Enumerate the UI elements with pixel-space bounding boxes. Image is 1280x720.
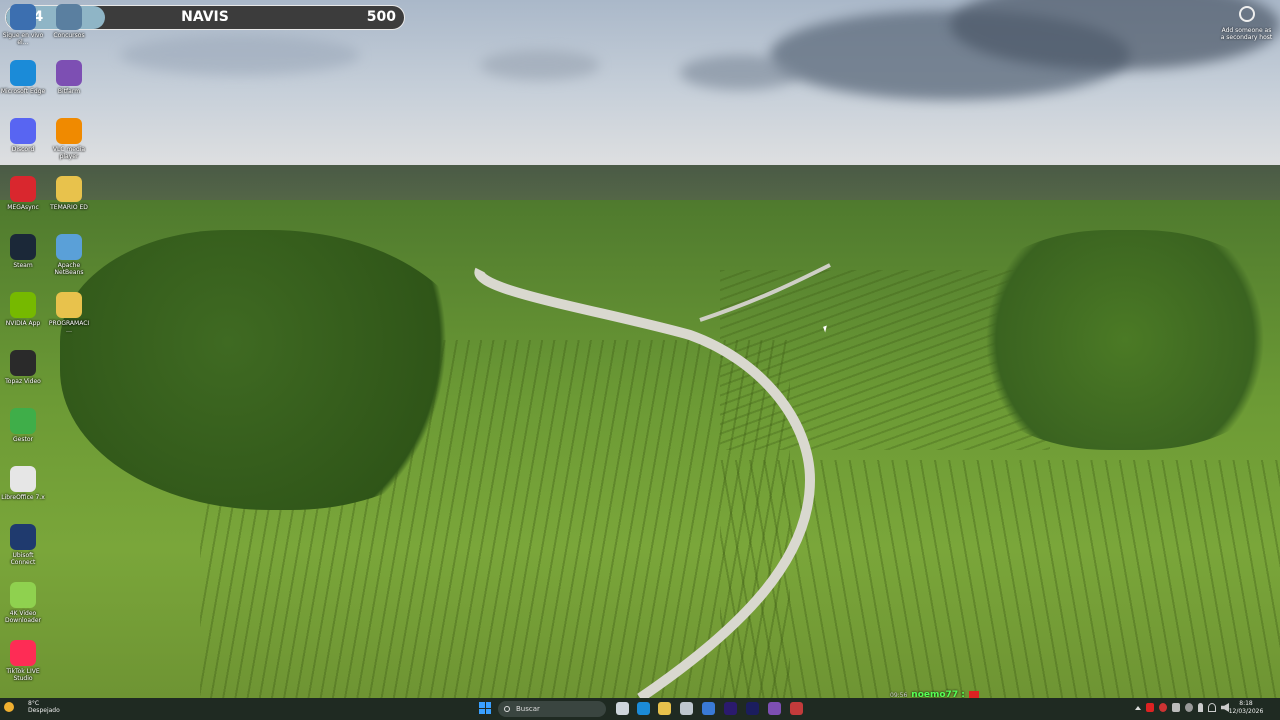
desktop-icon[interactable]: TikTok LIVE Studio	[0, 640, 46, 682]
weather-description: Despejado	[28, 707, 60, 714]
desktop-icon[interactable]: Concursos	[46, 4, 92, 39]
desktop-icon-label: NVIDIA App	[5, 320, 41, 327]
navis-goal-value: 500	[366, 9, 396, 25]
sun-icon	[4, 702, 14, 712]
taskbar-app-app-purple-icon[interactable]	[768, 702, 781, 715]
edge-icon	[10, 60, 36, 86]
wifi-icon[interactable]	[1208, 703, 1216, 712]
topaz-icon	[10, 350, 36, 376]
desktop-icon[interactable]: Microsoft Edge	[0, 60, 46, 95]
top-right-shortcut[interactable]: Add someone as a secondary host	[1219, 6, 1274, 41]
taskbar-clock[interactable]: 8:18 12/03/2026	[1228, 700, 1264, 716]
search-placeholder: Buscar	[516, 705, 540, 713]
tiktok-icon	[10, 640, 36, 666]
taskbar-app-app-record-icon[interactable]	[790, 702, 803, 715]
green-app-icon	[10, 408, 36, 434]
aperture-icon	[1238, 6, 1255, 22]
desktop-icon-label: Ubisoft Connect	[10, 552, 36, 566]
desktop-icon[interactable]: MEGAsync	[0, 176, 46, 211]
tray-app-icon[interactable]	[1185, 703, 1193, 712]
taskbar-app-store-icon[interactable]	[680, 702, 693, 715]
folder-icon	[56, 176, 82, 202]
taskbar: 8°C Despejado Buscar 8:18 12/03/2026	[0, 698, 1280, 720]
desktop-icon[interactable]: PROGRAMACI…	[46, 292, 92, 334]
desktop-icon-label: Gestor	[13, 436, 33, 443]
app-icon	[10, 4, 36, 30]
desktop-icon-label: Steam	[13, 262, 33, 269]
chevron-up-icon[interactable]	[1135, 706, 1141, 710]
desktop-icon[interactable]: LibreOffice 7.x	[0, 466, 46, 501]
desktop-icon-label: Sigue en vivo el…	[2, 32, 44, 46]
desktop-icon-label: 4K Video Downloader	[5, 610, 41, 624]
search-icon	[504, 706, 510, 712]
wallpaper-road	[474, 263, 831, 698]
microphone-icon[interactable]	[1198, 703, 1203, 712]
nvidia-icon	[10, 292, 36, 318]
chat-badge-icon	[968, 691, 979, 698]
clock-date: 12/03/2026	[1228, 708, 1264, 715]
mega-icon	[10, 176, 36, 202]
desktop-icon[interactable]: Bitfarm	[46, 60, 92, 95]
bitfarm-icon	[56, 60, 82, 86]
taskbar-app-edge-icon[interactable]	[637, 702, 650, 715]
desktop-icon-label: MEGAsync	[7, 204, 39, 211]
desktop-icon[interactable]: Sigue en vivo el…	[0, 4, 46, 46]
desktop-icon-label: TikTok LIVE Studio	[6, 668, 40, 682]
tray-app-icon[interactable]	[1159, 703, 1167, 712]
ubisoft-icon	[10, 524, 36, 550]
desktop-icon[interactable]: Ubisoft Connect	[0, 524, 46, 566]
desktop-icon-label: TEMARIO ED	[50, 204, 88, 211]
start-button[interactable]	[479, 702, 491, 714]
clock-time: 8:18	[1239, 700, 1253, 707]
taskbar-app-after-effects-icon[interactable]	[724, 702, 737, 715]
desktop-icon[interactable]: 4K Video Downloader	[0, 582, 46, 624]
weather-temperature: 8°C	[28, 700, 40, 707]
taskbar-search[interactable]: Buscar	[498, 701, 606, 717]
file-icon	[10, 466, 36, 492]
desktop-icon-label: VLC media player	[52, 146, 86, 160]
desktop-icon-label: Discord	[11, 146, 35, 153]
desktop-icon-label: Apache NetBeans	[54, 262, 84, 276]
app-icon	[56, 4, 82, 30]
desktop-icon-label: Topaz Video	[5, 378, 41, 385]
desktop-icon-label: Concursos	[53, 32, 85, 39]
desktop-icon[interactable]: Steam	[0, 234, 46, 269]
tray-app-icon[interactable]	[1172, 703, 1180, 712]
desktop-icon[interactable]: NVIDIA App	[0, 292, 46, 327]
desktop-icon[interactable]: TEMARIO ED	[46, 176, 92, 211]
desktop-icon-label: LibreOffice 7.x	[1, 494, 45, 501]
desktop-icon[interactable]: VLC media player	[46, 118, 92, 160]
desktop-icon[interactable]: Gestor	[0, 408, 46, 443]
top-right-shortcut-label: Add someone as a secondary host	[1220, 27, 1273, 41]
steam-icon	[10, 234, 36, 260]
desktop-icon[interactable]: Apache NetBeans	[46, 234, 92, 276]
folder-icon	[56, 292, 82, 318]
discord-icon	[10, 118, 36, 144]
cloud-icon	[10, 582, 36, 608]
system-tray[interactable]	[1135, 703, 1229, 712]
desktop-icon-label: Bitfarm	[57, 88, 81, 95]
tray-app-icon[interactable]	[1146, 703, 1154, 712]
desktop-icon[interactable]: Topaz Video	[0, 350, 46, 385]
taskbar-app-file-explorer-icon[interactable]	[658, 702, 671, 715]
weather-widget[interactable]: 8°C Despejado	[4, 700, 60, 714]
taskbar-app-app-blue-icon[interactable]	[702, 702, 715, 715]
netbeans-icon	[56, 234, 82, 260]
vlc-icon	[56, 118, 82, 144]
taskbar-app-task-view-icon[interactable]	[616, 702, 629, 715]
desktop-icon[interactable]: Discord	[0, 118, 46, 153]
desktop-icon-label: PROGRAMACI…	[48, 320, 90, 334]
taskbar-app-media-encoder-icon[interactable]	[746, 702, 759, 715]
desktop-icon-label: Microsoft Edge	[0, 88, 46, 95]
desktop-wallpaper	[0, 0, 1280, 698]
